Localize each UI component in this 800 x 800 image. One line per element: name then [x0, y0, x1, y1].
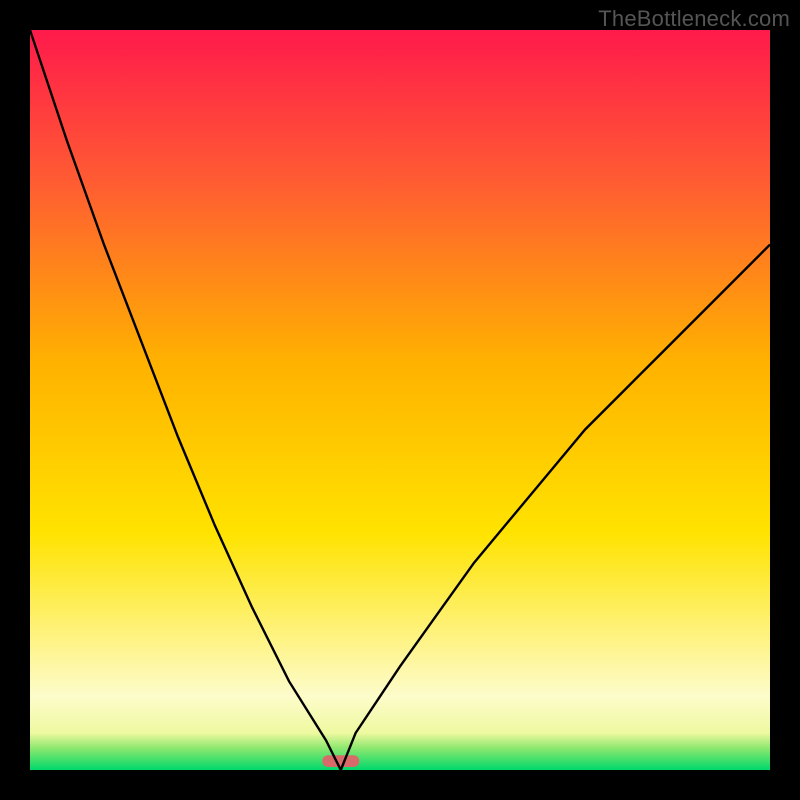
chart-plot-area: [30, 30, 770, 770]
chart-frame: TheBottleneck.com: [0, 0, 800, 800]
watermark-text: TheBottleneck.com: [598, 6, 790, 32]
bottleneck-chart: [30, 30, 770, 770]
notch-marker: [322, 755, 359, 767]
gradient-background: [30, 30, 770, 770]
